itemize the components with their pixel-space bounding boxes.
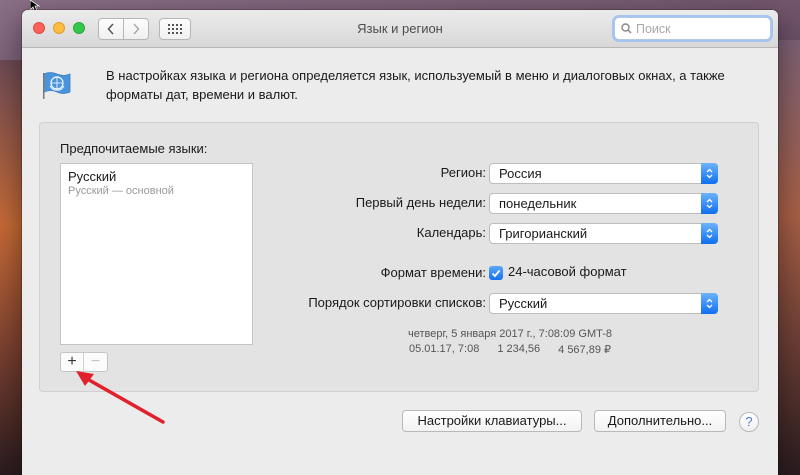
- search-placeholder: Поиск: [636, 21, 671, 36]
- updown-chevron-icon: [701, 223, 718, 244]
- time-format-label: Формат времени:: [380, 265, 486, 280]
- 24-hour-checkbox-label[interactable]: 24-часовой формат: [508, 264, 627, 279]
- sample-number: 1 234,56: [497, 343, 541, 355]
- preferred-languages-label: Предпочитаемые языки:: [60, 141, 208, 156]
- title-bar: Язык и регион Поиск: [22, 10, 778, 48]
- sample-formats: 05.01.17, 7:08 1 234,56 4 567,89 ₽: [380, 343, 640, 356]
- sort-order-value: Русский: [499, 296, 548, 311]
- search-icon: [621, 23, 632, 34]
- calendar-popup[interactable]: Григорианский: [489, 223, 718, 244]
- sort-order-label: Порядок сортировки списков:: [308, 295, 486, 310]
- language-subtitle: Русский — основной: [68, 185, 174, 197]
- annotation-arrow-icon: [76, 371, 165, 424]
- un-flag-icon: [43, 72, 71, 99]
- sample-date-full: четверг, 5 января 2017 г., 7:08:09 GMT-8: [407, 328, 613, 340]
- window-title: Язык и регион: [357, 21, 443, 36]
- keyboard-settings-button[interactable]: Настройки клавиатуры...: [402, 410, 582, 432]
- updown-chevron-icon: [701, 193, 718, 214]
- chevron-left-icon: [107, 23, 114, 35]
- minimize-window-button[interactable]: [53, 22, 65, 34]
- language-name: Русский: [68, 169, 117, 184]
- zoom-window-button[interactable]: [73, 22, 85, 34]
- region-value: Россия: [499, 166, 542, 181]
- first-day-value: понедельник: [499, 196, 577, 211]
- help-button[interactable]: ?: [739, 412, 759, 432]
- sort-order-popup[interactable]: Русский: [489, 293, 718, 314]
- chevron-right-icon: [133, 23, 140, 35]
- updown-chevron-icon: [701, 163, 718, 184]
- first-day-label: Первый день недели:: [355, 195, 486, 210]
- forward-button[interactable]: [123, 18, 149, 40]
- search-input[interactable]: Поиск: [614, 17, 771, 40]
- checkmark-icon: [491, 269, 501, 277]
- settings-panel: Предпочитаемые языки: Русский Русский — …: [39, 122, 759, 392]
- calendar-label: Календарь:: [416, 225, 486, 240]
- updown-chevron-icon: [701, 293, 718, 314]
- back-button[interactable]: [98, 18, 124, 40]
- language-list[interactable]: Русский Русский — основной: [60, 163, 253, 345]
- sample-date-short: 05.01.17, 7:08: [408, 343, 480, 355]
- region-popup[interactable]: Россия: [489, 163, 718, 184]
- close-window-button[interactable]: [33, 22, 45, 34]
- desktop-background-right: [775, 40, 800, 475]
- sample-currency: 4 567,89 ₽: [558, 344, 612, 356]
- region-label: Регион:: [440, 165, 486, 180]
- calendar-value: Григорианский: [499, 226, 588, 241]
- first-day-popup[interactable]: понедельник: [489, 193, 718, 214]
- advanced-button[interactable]: Дополнительно...: [594, 410, 726, 432]
- show-all-button[interactable]: [159, 18, 191, 40]
- 24-hour-checkbox[interactable]: [489, 266, 503, 280]
- grid-icon: [168, 24, 182, 34]
- info-description: В настройках языка и региона определяетс…: [106, 68, 725, 102]
